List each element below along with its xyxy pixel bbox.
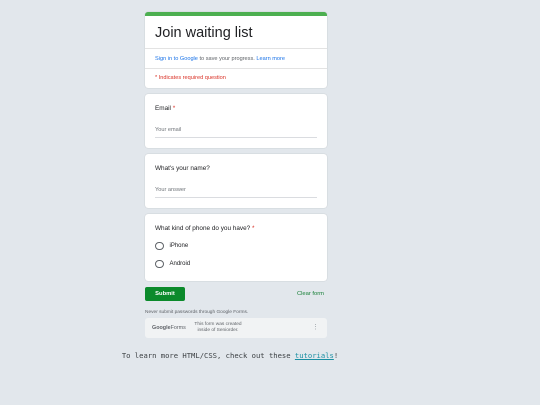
form-title: Join waiting list [155, 25, 253, 41]
radio-button[interactable] [155, 259, 164, 269]
clear-form-button[interactable]: Clear form [297, 291, 327, 297]
radio-button[interactable] [155, 241, 164, 251]
question-name: What's your name? Your answer [145, 154, 327, 208]
tutorials-note: To learn more HTML/CSS, check out these … [121, 351, 339, 360]
radio-label: Android [169, 261, 191, 267]
radio-label: iPhone [169, 243, 189, 249]
required-star: * [252, 225, 255, 232]
form-header-card: Join waiting list Sign in to Google to s… [145, 12, 327, 88]
form-container: Join waiting list Sign in to Google to s… [145, 12, 327, 338]
signin-prompt: Sign in to Google to save your progress.… [145, 49, 327, 68]
tutorials-link[interactable]: tutorials [295, 351, 334, 360]
google-forms-logo[interactable]: GoogleForms [152, 325, 190, 331]
radio-option-android[interactable]: Android [155, 259, 317, 269]
required-star: * [172, 105, 176, 112]
required-note: * Indicates required question [155, 75, 226, 81]
password-note: Never submit passwords through Google Fo… [145, 310, 249, 315]
email-field[interactable]: Your email [155, 126, 317, 138]
name-field[interactable]: Your answer [155, 186, 317, 198]
more-options-icon[interactable]: ⋮ [312, 324, 319, 332]
submit-button[interactable]: Submit [145, 287, 185, 301]
question-title: Email * [155, 105, 176, 112]
form-footer: GoogleForms This form was created inside… [145, 318, 327, 338]
radio-option-iphone[interactable]: iPhone [155, 241, 317, 251]
signin-text: to save your progress. [197, 56, 257, 62]
form-actions: Submit Clear form [145, 287, 327, 301]
learn-more-link[interactable]: Learn more [256, 56, 285, 62]
question-title: What kind of phone do you have? * [155, 225, 255, 232]
question-title: What's your name? [155, 165, 210, 172]
signin-link[interactable]: Sign in to Google [155, 56, 198, 62]
footer-text: This form was created inside of Seniorde… [194, 322, 242, 333]
question-email: Email * Your email [145, 94, 327, 148]
question-phone: What kind of phone do you have? * iPhone… [145, 214, 327, 281]
